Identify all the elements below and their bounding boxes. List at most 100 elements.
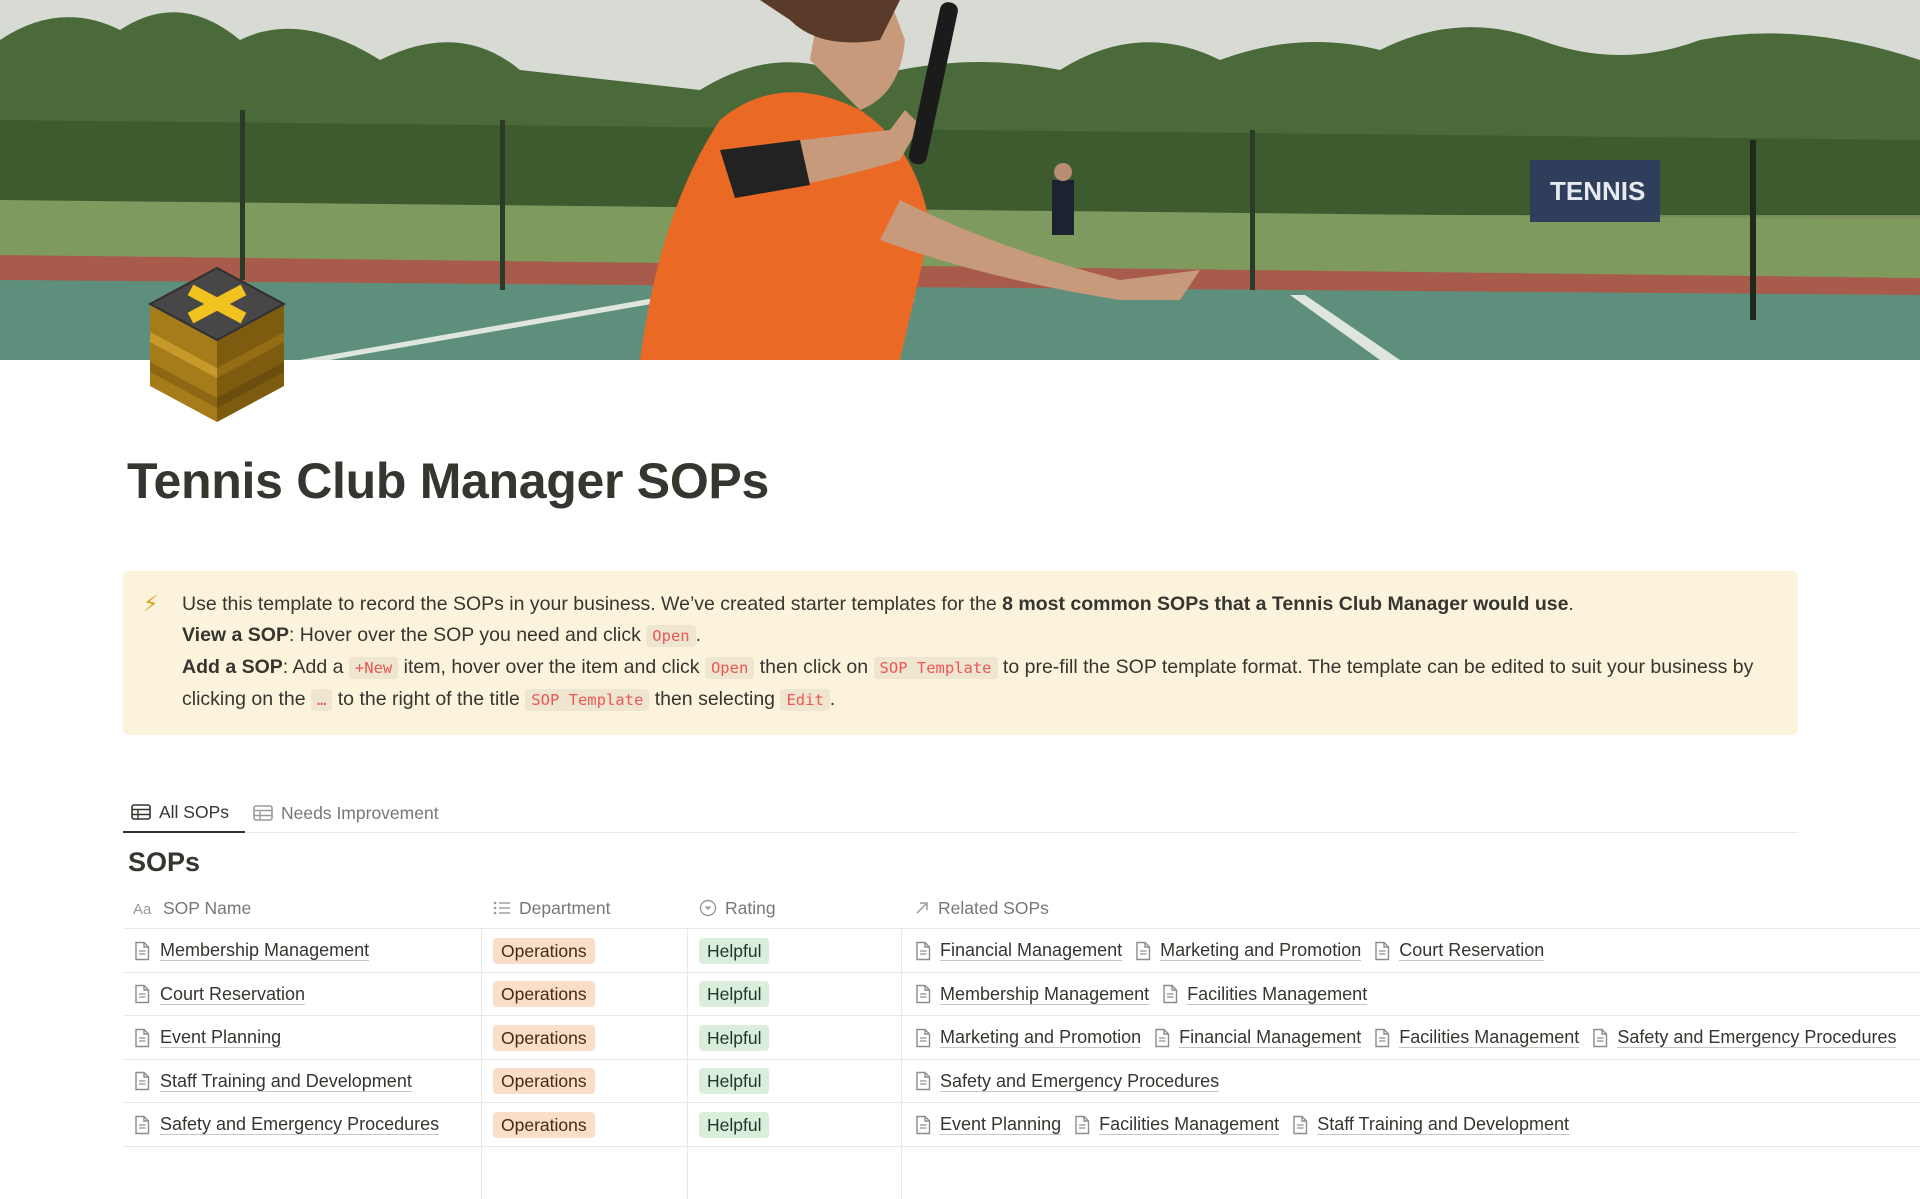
related-sop-link[interactable]: Marketing and Promotion [1134,940,1362,961]
related-sop-name[interactable]: Membership Management [940,984,1150,1005]
related-sop-name[interactable]: Event Planning [940,1114,1062,1135]
rating-tag: Helpful [699,1024,770,1051]
page-icon [1136,941,1151,960]
rating-cell[interactable]: Helpful [699,1103,770,1146]
related-sop-name[interactable]: Court Reservation [1399,940,1545,961]
department-cell[interactable]: Operations [493,929,595,972]
table-icon [131,804,151,820]
column-header-rating[interactable]: Rating [699,887,776,929]
column-header-sop-name[interactable]: Aa SOP Name [133,887,251,929]
table-row[interactable]: Safety and Emergency Procedures Operation… [123,1103,1920,1147]
instructions-callout: ⚡ Use this template to record the SOPs i… [123,571,1798,735]
related-sop-link[interactable]: Financial Management [1153,1027,1362,1048]
related-sop-link[interactable]: Financial Management [914,940,1123,961]
rating-tag: Helpful [699,981,770,1007]
sop-name-cell[interactable]: Staff Training and Development [133,1060,412,1103]
table-row[interactable]: Event Planning Operations Helpful Marketing… [123,1016,1920,1060]
related-sop-link[interactable]: Event Planning [914,1114,1062,1135]
related-sop-name[interactable]: Financial Management [1179,1027,1362,1048]
department-cell[interactable]: Operations [493,1103,595,1146]
related-sop-link[interactable]: Staff Training and Development [1291,1114,1570,1135]
rating-cell[interactable]: Helpful [699,929,770,972]
sop-name[interactable]: Staff Training and Development [160,1071,412,1092]
related-sop-name[interactable]: Staff Training and Development [1317,1114,1570,1135]
page-icon [135,1115,150,1134]
related-sop-link[interactable]: Court Reservation [1373,940,1545,961]
column-header-related-sops[interactable]: Related SOPs [914,887,1049,929]
crate-box-icon[interactable] [144,262,290,428]
callout-text[interactable]: Use this template to record the SOPs in … [182,589,1772,716]
lightning-icon: ⚡ [143,591,159,616]
svg-text:TENNIS: TENNIS [1550,176,1645,206]
table-icon [253,805,273,821]
sop-name[interactable]: Membership Management [160,940,370,961]
rating-cell[interactable]: Helpful [699,973,770,1016]
related-sop-link[interactable]: Safety and Emergency Procedures [1591,1027,1897,1048]
sop-name-cell[interactable]: Event Planning [133,1016,282,1059]
rating-cell[interactable]: Helpful [699,1016,770,1059]
svg-text:Aa: Aa [133,901,152,916]
related-sop-link[interactable]: Membership Management [914,984,1150,1005]
tab-all-sops[interactable]: All SOPs [123,793,245,833]
table-row[interactable]: Court Reservation Operations Helpful Member… [123,973,1920,1016]
table-row[interactable]: Staff Training and Development Operations… [123,1060,1920,1103]
related-sop-name[interactable]: Facilities Management [1099,1114,1280,1135]
page-title[interactable]: Tennis Club Manager SOPs [127,452,769,510]
related-sops-cell[interactable]: Event Planning Facilities Management Staff… [914,1103,1581,1146]
rating-tag: Helpful [699,937,770,964]
page-icon [1293,1115,1308,1134]
sop-name-cell[interactable]: Court Reservation [133,973,306,1016]
relation-arrow-icon [916,902,928,914]
related-sop-name[interactable]: Financial Management [940,940,1123,961]
related-sop-name[interactable]: Facilities Management [1399,1027,1580,1048]
sop-name-cell[interactable]: Membership Management [133,929,370,972]
inline-code-sop-template: SOP Template [873,657,998,679]
database-title[interactable]: SOPs [128,847,200,878]
select-chevron-icon [699,899,717,917]
page-icon [135,984,150,1004]
department-tag: Operations [493,1024,595,1051]
department-cell[interactable]: Operations [493,973,595,1016]
related-sops-cell[interactable]: Membership Management Facilities Manageme… [914,973,1379,1016]
inline-code-new: +New [348,657,399,679]
callout-line-view: View a SOP: Hover over the SOP you need … [182,624,702,647]
sop-name[interactable]: Safety and Emergency Procedures [160,1114,440,1135]
list-icon [493,901,510,915]
text-property-icon: Aa [133,901,152,916]
related-sop-link[interactable]: Safety and Emergency Procedures [914,1071,1220,1092]
department-tag: Operations [493,981,595,1007]
related-sop-link[interactable]: Facilities Management [1073,1114,1280,1135]
sop-name[interactable]: Event Planning [160,1027,282,1048]
sop-name[interactable]: Court Reservation [160,984,306,1005]
department-cell[interactable]: Operations [493,1060,595,1103]
page-icon [916,1115,931,1134]
related-sop-name[interactable]: Facilities Management [1187,984,1368,1005]
inline-code-open: Open [704,657,755,679]
related-sop-link[interactable]: Marketing and Promotion [914,1027,1142,1048]
table-row[interactable]: Membership Management Operations Helpful Fi… [123,929,1920,973]
page-icon [135,1071,150,1091]
sop-name-cell[interactable]: Safety and Emergency Procedures [133,1103,440,1146]
page-icon [1155,1028,1170,1047]
table-header: Aa SOP Name Department Rating Related SO… [123,887,1920,929]
related-sop-name[interactable]: Marketing and Promotion [940,1027,1142,1048]
related-sops-cell[interactable]: Financial Management Marketing and Promot… [914,929,1556,972]
related-sop-link[interactable]: Facilities Management [1373,1027,1580,1048]
related-sops-cell[interactable]: Safety and Emergency Procedures [914,1060,1231,1103]
related-sop-link[interactable]: Facilities Management [1161,984,1368,1005]
department-tag: Operations [493,1111,595,1138]
related-sop-name[interactable]: Marketing and Promotion [1160,940,1362,961]
rating-tag: Helpful [699,1068,770,1094]
page-icon [135,1028,150,1047]
related-sops-cell[interactable]: Marketing and Promotion Financial Managem… [914,1016,1908,1059]
page-icon [1593,1028,1608,1047]
page-icon [1375,1028,1390,1047]
related-sop-name[interactable]: Safety and Emergency Procedures [940,1071,1220,1092]
department-cell[interactable]: Operations [493,1016,595,1059]
rating-cell[interactable]: Helpful [699,1060,770,1103]
inline-code-ellipsis: … [311,689,333,711]
tab-needs-improvement[interactable]: Needs Improvement [245,793,447,833]
department-tag: Operations [493,937,595,964]
related-sop-name[interactable]: Safety and Emergency Procedures [1617,1027,1897,1048]
column-header-department[interactable]: Department [493,887,610,929]
